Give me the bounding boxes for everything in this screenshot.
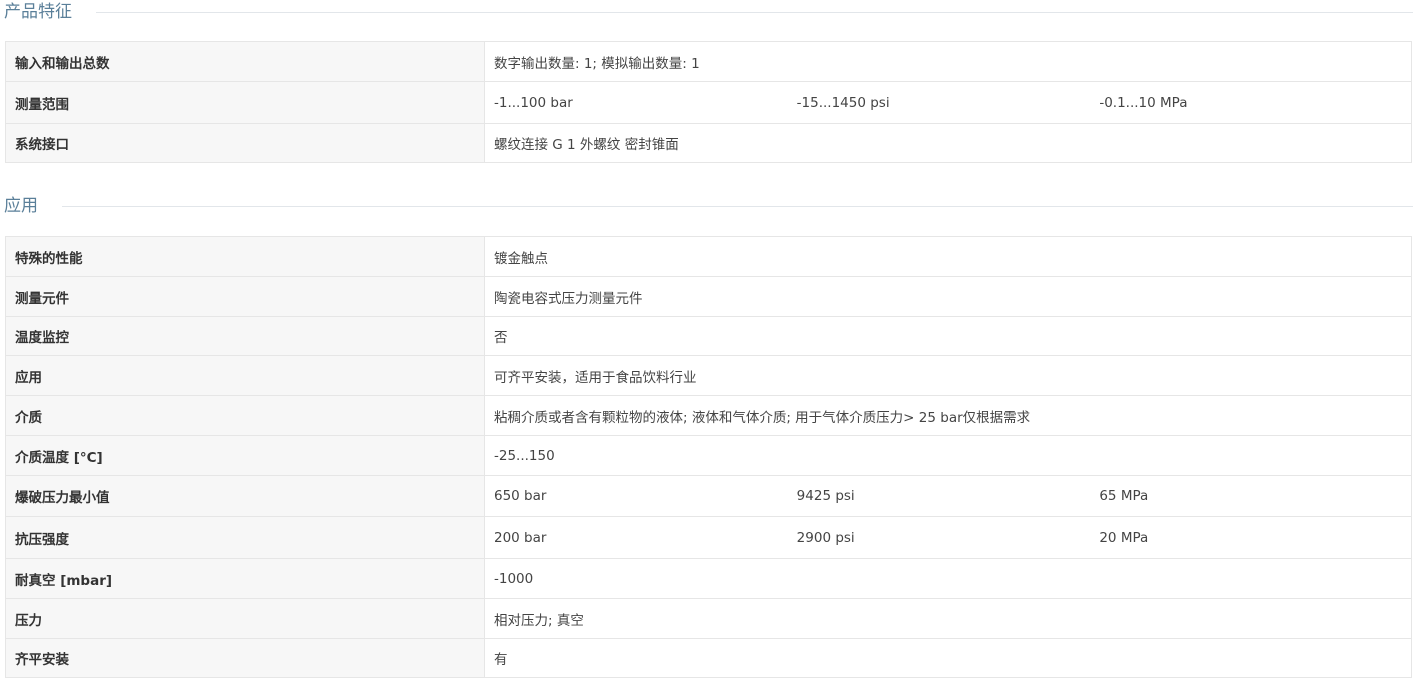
table-row: 抗压强度 200 bar 2900 psi 20 MPa	[5, 516, 1412, 559]
table-row: 温度监控 否	[5, 316, 1412, 356]
value-psi: 9425 psi	[796, 488, 855, 504]
row-label: 介质	[5, 395, 485, 436]
row-label: 特殊的性能	[5, 236, 485, 277]
row-value: 陶瓷电容式压力测量元件	[484, 276, 1412, 317]
table-row: 系统接口 螺纹连接 G 1 外螺纹 密封锥面	[5, 123, 1412, 163]
row-label: 压力	[5, 598, 485, 639]
value-mpa: 20 MPa	[1099, 529, 1149, 546]
section-divider	[96, 12, 1413, 13]
section-heading-product-features: 产品特征	[0, 0, 1415, 24]
table-row: 介质 粘稠介质或者含有颗粒物的液体; 液体和气体介质; 用于气体介质压力> 25…	[5, 395, 1412, 436]
table-row: 耐真空 [mbar] -1000	[5, 558, 1412, 599]
table-row: 爆破压力最小值 650 bar 9425 psi 65 MPa	[5, 475, 1412, 517]
value-bar: 650 bar	[494, 488, 547, 504]
row-value: 镀金触点	[484, 236, 1412, 277]
value-mpa: 65 MPa	[1099, 488, 1149, 504]
row-label: 耐真空 [mbar]	[5, 558, 485, 599]
table-row: 特殊的性能 镀金触点	[5, 236, 1412, 277]
row-value: 650 bar 9425 psi 65 MPa	[484, 475, 1412, 517]
row-label: 测量范围	[5, 81, 485, 124]
table-row: 齐平安装 有	[5, 638, 1412, 678]
section-title: 产品特征	[4, 0, 84, 24]
row-label: 系统接口	[5, 123, 485, 163]
value-psi: -15...1450 psi	[796, 94, 890, 111]
row-value: 否	[484, 316, 1412, 356]
table-row: 输入和输出总数 数字输出数量: 1; 模拟输出数量: 1	[5, 41, 1412, 82]
row-value: -1000	[484, 558, 1412, 599]
row-label: 爆破压力最小值	[5, 475, 485, 517]
row-label: 齐平安装	[5, 638, 485, 678]
row-value: 相对压力; 真空	[484, 598, 1412, 639]
row-value: -25...150	[484, 435, 1412, 476]
row-label: 温度监控	[5, 316, 485, 356]
row-label: 介质温度 [°C]	[5, 435, 485, 476]
value-bar: 200 bar	[494, 529, 547, 546]
table-row: 测量范围 -1...100 bar -15...1450 psi -0.1...…	[5, 81, 1412, 124]
row-value: 数字输出数量: 1; 模拟输出数量: 1	[484, 41, 1412, 82]
row-label: 应用	[5, 355, 485, 396]
section-title: 应用	[4, 194, 50, 218]
application-table: 特殊的性能 镀金触点 测量元件 陶瓷电容式压力测量元件 温度监控 否 应用 可齐…	[5, 236, 1412, 678]
section-heading-application: 应用	[0, 194, 1415, 218]
value-bar: -1...100 bar	[494, 94, 573, 111]
row-value: 可齐平安装，适用于食品饮料行业	[484, 355, 1412, 396]
row-value: 有	[484, 638, 1412, 678]
row-value: 粘稠介质或者含有颗粒物的液体; 液体和气体介质; 用于气体介质压力> 25 ba…	[484, 395, 1412, 436]
product-features-table: 输入和输出总数 数字输出数量: 1; 模拟输出数量: 1 测量范围 -1...1…	[5, 41, 1412, 163]
row-label: 测量元件	[5, 276, 485, 317]
row-value: 200 bar 2900 psi 20 MPa	[484, 516, 1412, 559]
value-psi: 2900 psi	[796, 529, 855, 546]
row-value: -1...100 bar -15...1450 psi -0.1...10 MP…	[484, 81, 1412, 124]
value-mpa: -0.1...10 MPa	[1099, 94, 1188, 111]
table-row: 应用 可齐平安装，适用于食品饮料行业	[5, 355, 1412, 396]
table-row: 测量元件 陶瓷电容式压力测量元件	[5, 276, 1412, 317]
row-label: 抗压强度	[5, 516, 485, 559]
section-divider	[62, 206, 1413, 207]
row-value: 螺纹连接 G 1 外螺纹 密封锥面	[484, 123, 1412, 163]
row-label: 输入和输出总数	[5, 41, 485, 82]
table-row: 介质温度 [°C] -25...150	[5, 435, 1412, 476]
table-row: 压力 相对压力; 真空	[5, 598, 1412, 639]
